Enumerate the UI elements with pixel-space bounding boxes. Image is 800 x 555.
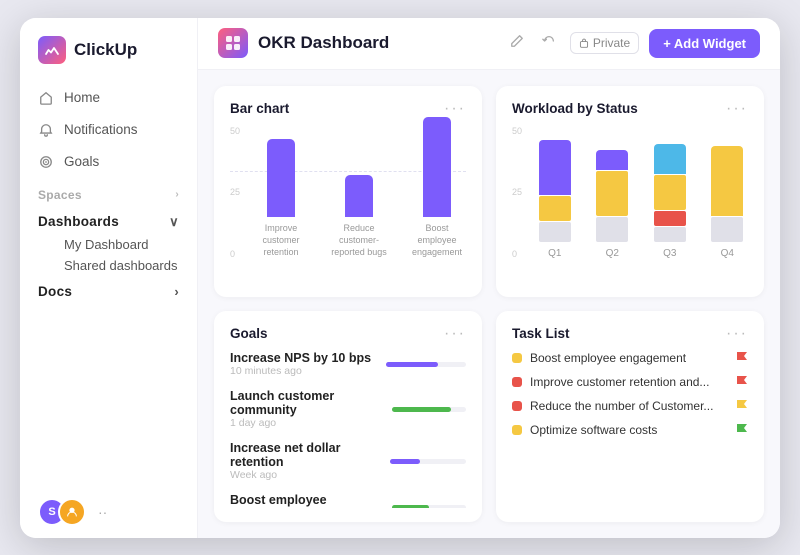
bar-chart-bars: Improve customerretention Reduce custome… bbox=[230, 153, 466, 283]
task-item-0: Boost employee engagement bbox=[512, 351, 748, 365]
goal-item-2: Increase net dollar retention Week ago bbox=[230, 441, 466, 481]
task-list-more[interactable]: ··· bbox=[726, 325, 748, 343]
task-list-title: Task List bbox=[512, 326, 570, 341]
main: OKR Dashboard Private + Add Widget bbox=[198, 18, 780, 538]
avatar-group: S bbox=[38, 498, 86, 526]
bar-2 bbox=[423, 117, 451, 217]
sidebar-item-notifications[interactable]: Notifications bbox=[20, 114, 197, 146]
sidebar-item-my-dashboard[interactable]: My Dashboard bbox=[20, 234, 197, 255]
task-dot-2 bbox=[512, 401, 522, 411]
refresh-button[interactable] bbox=[538, 30, 560, 57]
notifications-label: Notifications bbox=[64, 122, 138, 137]
stack-bars-q4 bbox=[711, 146, 743, 242]
sidebar-bottom: S ·· bbox=[20, 486, 197, 538]
page-title: OKR Dashboard bbox=[258, 33, 496, 53]
sidebar-item-home[interactable]: Home bbox=[20, 82, 197, 114]
stack-bars-q3 bbox=[654, 144, 686, 242]
stack-q2: Q2 bbox=[592, 150, 634, 259]
task-flag-1 bbox=[736, 375, 748, 389]
dashboard-icon bbox=[218, 28, 248, 58]
workload-header: Workload by Status ··· bbox=[512, 100, 748, 118]
goal-item-1: Launch customer community 1 day ago bbox=[230, 389, 466, 429]
workload-more[interactable]: ··· bbox=[726, 100, 748, 118]
bar-label-0: Improve customerretention bbox=[252, 223, 310, 258]
stack-q4: Q4 bbox=[707, 146, 749, 259]
bar-chart-widget: Bar chart ··· 50 25 0 bbox=[214, 86, 482, 297]
dashboard-grid: Bar chart ··· 50 25 0 bbox=[198, 70, 780, 538]
task-item-1: Improve customer retention and... bbox=[512, 375, 748, 389]
dashboards-chevron: ∨ bbox=[169, 214, 179, 230]
docs-chevron: › bbox=[174, 284, 179, 299]
add-widget-button[interactable]: + Add Widget bbox=[649, 29, 760, 58]
goals-widget: Goals ··· Increase NPS by 10 bps 10 minu… bbox=[214, 311, 482, 522]
goals-label: Goals bbox=[64, 154, 99, 169]
goal-item-0: Increase NPS by 10 bps 10 minutes ago bbox=[230, 351, 466, 377]
topbar-actions: Private + Add Widget bbox=[506, 29, 760, 58]
avatar-secondary[interactable] bbox=[58, 498, 86, 526]
bell-icon bbox=[38, 122, 54, 138]
goal-item-3: Boost employee engagement bbox=[230, 493, 466, 508]
topbar: OKR Dashboard Private + Add Widget bbox=[198, 18, 780, 70]
task-list: Boost employee engagement Improve custom… bbox=[512, 351, 748, 437]
bar-label-2: Boost employeeengagement bbox=[408, 223, 466, 258]
sidebar: ClickUp Home Notifications Goals bbox=[20, 18, 198, 538]
bar-1 bbox=[345, 175, 373, 217]
stack-q1: Q1 bbox=[534, 140, 576, 259]
logo-icon bbox=[38, 36, 66, 64]
goals-title: Goals bbox=[230, 326, 268, 341]
task-item-3: Optimize software costs bbox=[512, 423, 748, 437]
bar-chart-title: Bar chart bbox=[230, 101, 289, 116]
task-list-widget: Task List ··· Boost employee engagement … bbox=[496, 311, 764, 522]
stack-bars-q2 bbox=[596, 150, 628, 242]
bar-label-1: Reduce customer-reported bugs bbox=[330, 223, 388, 258]
bar-chart-header: Bar chart ··· bbox=[230, 100, 466, 118]
workload-bars: Q1 Q2 bbox=[512, 153, 748, 283]
task-flag-0 bbox=[736, 351, 748, 365]
bar-group-1: Reduce customer-reported bugs bbox=[330, 175, 388, 258]
task-dot-3 bbox=[512, 425, 522, 435]
logo-text: ClickUp bbox=[74, 40, 137, 60]
goals-list: Increase NPS by 10 bps 10 minutes ago La… bbox=[230, 351, 466, 508]
home-label: Home bbox=[64, 90, 100, 105]
sidebar-item-goals[interactable]: Goals bbox=[20, 146, 197, 178]
task-list-header: Task List ··· bbox=[512, 325, 748, 343]
workload-title: Workload by Status bbox=[512, 101, 638, 116]
spaces-section: Spaces › bbox=[20, 178, 197, 206]
bar-group-0: Improve customerretention bbox=[252, 139, 310, 258]
bar-chart-area: 50 25 0 Improve customerretention bbox=[230, 126, 466, 283]
dashboards-section[interactable]: Dashboards ∨ bbox=[20, 206, 197, 234]
bar-group-2: Boost employeeengagement bbox=[408, 117, 466, 258]
task-dot-1 bbox=[512, 377, 522, 387]
goals-more[interactable]: ··· bbox=[444, 325, 466, 343]
goals-header: Goals ··· bbox=[230, 325, 466, 343]
private-badge[interactable]: Private bbox=[570, 32, 639, 54]
avatar-more[interactable]: ·· bbox=[98, 504, 107, 520]
task-flag-3 bbox=[736, 423, 748, 437]
sidebar-nav: Home Notifications Goals Spaces › Dashbo… bbox=[20, 78, 197, 486]
spaces-chevron: › bbox=[175, 189, 179, 200]
edit-button[interactable] bbox=[506, 30, 528, 57]
bar-0 bbox=[267, 139, 295, 217]
stack-bars-q1 bbox=[539, 140, 571, 242]
task-flag-2 bbox=[736, 399, 748, 413]
workload-widget: Workload by Status ··· 50 25 0 bbox=[496, 86, 764, 297]
app-frame: ClickUp Home Notifications Goals bbox=[20, 18, 780, 538]
task-item-2: Reduce the number of Customer... bbox=[512, 399, 748, 413]
home-icon bbox=[38, 90, 54, 106]
sidebar-item-shared-dashboards[interactable]: Shared dashboards bbox=[20, 255, 197, 276]
target-icon bbox=[38, 154, 54, 170]
docs-section[interactable]: Docs › bbox=[20, 276, 197, 303]
bar-chart-more[interactable]: ··· bbox=[444, 100, 466, 118]
sidebar-logo: ClickUp bbox=[20, 18, 197, 78]
task-dot-0 bbox=[512, 353, 522, 363]
stack-q3: Q3 bbox=[649, 144, 691, 259]
